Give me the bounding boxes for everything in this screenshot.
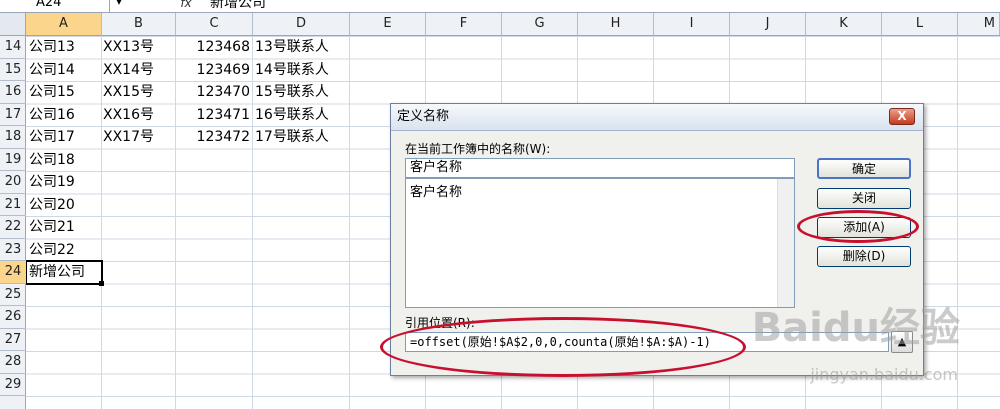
cell-c16[interactable]: 123470 bbox=[176, 81, 250, 103]
column-header-i[interactable]: I bbox=[654, 13, 730, 35]
column-header-m[interactable]: M bbox=[958, 13, 1000, 35]
column-header-c[interactable]: C bbox=[176, 13, 253, 35]
dialog-title: 定义名称 bbox=[397, 109, 450, 124]
list-scrollbar[interactable] bbox=[777, 179, 794, 307]
row-header-24[interactable]: 24 bbox=[0, 261, 26, 284]
cell-a15[interactable]: 公司14 bbox=[29, 59, 75, 81]
cell-d16[interactable]: 15号联系人 bbox=[255, 81, 329, 103]
cell-d18[interactable]: 17号联系人 bbox=[255, 126, 329, 148]
gridline bbox=[957, 36, 958, 409]
row-header-23[interactable]: 23 bbox=[0, 239, 26, 261]
cell-a21[interactable]: 公司20 bbox=[29, 194, 75, 216]
cell-c15[interactable]: 123469 bbox=[176, 59, 250, 81]
row-header-19[interactable]: 19 bbox=[0, 149, 26, 171]
close-icon[interactable]: X bbox=[889, 108, 915, 125]
dialog-titlebar[interactable]: 定义名称 X bbox=[391, 104, 923, 131]
row-header-18[interactable]: 18 bbox=[0, 126, 26, 149]
column-header-j[interactable]: J bbox=[730, 13, 806, 35]
row-header-14[interactable]: 14 bbox=[0, 36, 26, 59]
select-all-corner[interactable] bbox=[0, 13, 26, 35]
cell-b18[interactable]: XX17号 bbox=[103, 126, 154, 148]
row-header-16[interactable]: 16 bbox=[0, 81, 26, 104]
cell-b15[interactable]: XX14号 bbox=[103, 59, 154, 81]
active-cell-selection[interactable] bbox=[26, 260, 103, 285]
row-header-17[interactable]: 17 bbox=[0, 104, 26, 126]
names-label: 在当前工作簿中的名称(W): bbox=[405, 142, 551, 156]
row-header-25[interactable]: 25 bbox=[0, 284, 26, 306]
name-box[interactable]: A24 bbox=[0, 0, 110, 12]
column-header: A B C D E F G H I J K L M bbox=[0, 13, 1000, 36]
annotation-ellipse-add bbox=[797, 210, 919, 243]
cell-d14[interactable]: 13号联系人 bbox=[255, 36, 329, 58]
gridline bbox=[101, 36, 102, 409]
cell-c17[interactable]: 123471 bbox=[176, 104, 250, 126]
column-header-d[interactable]: D bbox=[253, 13, 350, 35]
annotation-ellipse-formula bbox=[380, 317, 746, 377]
close-button[interactable]: 关闭 bbox=[817, 188, 911, 209]
fill-handle[interactable] bbox=[99, 281, 104, 286]
watermark-url: jingyan.baidu.com bbox=[810, 365, 958, 384]
column-header-l[interactable]: L bbox=[882, 13, 958, 35]
column-header-g[interactable]: G bbox=[502, 13, 578, 35]
cell-a18[interactable]: 公司17 bbox=[29, 126, 75, 148]
gridline bbox=[349, 36, 350, 409]
column-header-b[interactable]: B bbox=[102, 13, 176, 35]
formula-bar: A24 ▾ fx 新增公司 bbox=[0, 0, 1000, 13]
row-header-29[interactable]: 29 bbox=[0, 374, 26, 396]
chevron-down-icon[interactable]: ▾ bbox=[112, 0, 126, 12]
cell-a22[interactable]: 公司21 bbox=[29, 216, 75, 238]
cell-b17[interactable]: XX16号 bbox=[103, 104, 154, 126]
cell-b16[interactable]: XX15号 bbox=[103, 81, 154, 103]
formula-value[interactable]: 新增公司 bbox=[210, 0, 266, 10]
name-input[interactable]: 客户名称 bbox=[405, 158, 795, 178]
cell-a23[interactable]: 公司22 bbox=[29, 239, 75, 261]
cell-d17[interactable]: 16号联系人 bbox=[255, 104, 329, 126]
column-header-h[interactable]: H bbox=[578, 13, 654, 35]
cell-a17[interactable]: 公司16 bbox=[29, 104, 75, 126]
column-header-f[interactable]: F bbox=[426, 13, 502, 35]
cell-a20[interactable]: 公司19 bbox=[29, 171, 75, 193]
function-icon[interactable]: fx bbox=[176, 0, 196, 12]
ok-button[interactable]: 确定 bbox=[817, 158, 911, 179]
row-header-27[interactable]: 27 bbox=[0, 329, 26, 351]
row-header-28[interactable]: 28 bbox=[0, 351, 26, 374]
row-headers: 14 15 16 17 18 19 20 21 22 23 24 25 26 2… bbox=[0, 36, 26, 409]
names-list[interactable]: 客户名称 bbox=[405, 178, 795, 308]
row-header-21[interactable]: 21 bbox=[0, 194, 26, 216]
column-header-k[interactable]: K bbox=[806, 13, 882, 35]
gridline bbox=[252, 36, 253, 409]
cell-a14[interactable]: 公司13 bbox=[29, 36, 75, 58]
column-header-e[interactable]: E bbox=[350, 13, 426, 35]
delete-button[interactable]: 删除(D) bbox=[817, 246, 911, 267]
row-header-20[interactable]: 20 bbox=[0, 171, 26, 194]
cell-b14[interactable]: XX13号 bbox=[103, 36, 154, 58]
column-header-a[interactable]: A bbox=[26, 13, 102, 35]
row-header-22[interactable]: 22 bbox=[0, 216, 26, 239]
list-item[interactable]: 客户名称 bbox=[410, 181, 462, 200]
row-header-26[interactable]: 26 bbox=[0, 306, 26, 329]
row-header-15[interactable]: 15 bbox=[0, 59, 26, 81]
watermark-logo: Baidu经验 bbox=[751, 305, 960, 351]
cell-c14[interactable]: 123468 bbox=[176, 36, 250, 58]
cell-a19[interactable]: 公司18 bbox=[29, 149, 75, 171]
cell-a16[interactable]: 公司15 bbox=[29, 81, 75, 103]
cell-d15[interactable]: 14号联系人 bbox=[255, 59, 329, 81]
cell-c18[interactable]: 123472 bbox=[176, 126, 250, 148]
